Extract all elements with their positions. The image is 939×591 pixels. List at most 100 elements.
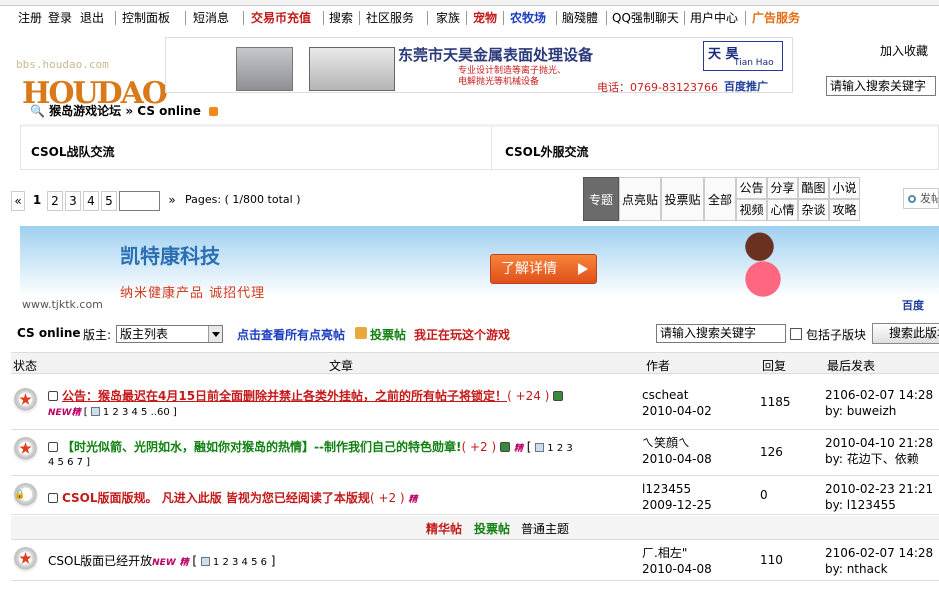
thread-link[interactable]: 【时光似箭、光阴如水，融如你对猴岛的热情】--制作我们自己的特色勋章!	[62, 440, 461, 454]
thread-pages: 4 5 6 7 ]	[48, 457, 91, 468]
vote-link[interactable]: 投票帖	[474, 520, 510, 537]
thread-last-post[interactable]: 2106-02-07 14:28 by: nthack	[825, 545, 933, 577]
filter-announce[interactable]: 公告	[736, 177, 767, 199]
thread-link[interactable]: CSOL版面版规。 凡进入此版 皆视为您已经阅读了本版规	[62, 491, 370, 505]
banner-company: 凯特康科技	[120, 244, 220, 268]
thread-title[interactable]: CSOL版面已经开放NEW 精 [ 1 2 3 4 5 6 ]	[48, 553, 638, 571]
filter-vote[interactable]: 投票贴	[661, 177, 704, 221]
logo-watermark: bbs.houdao.com	[16, 58, 109, 71]
nav-messages[interactable]: 短消息	[193, 8, 229, 28]
post-icon	[908, 195, 916, 203]
page-3[interactable]: 3	[65, 191, 81, 211]
thread-author[interactable]: cscheat 2010-04-02	[642, 387, 712, 419]
header-search-input[interactable]: 请输入搜索关键字	[826, 76, 936, 96]
forum-search-button[interactable]: 搜索此版块	[872, 323, 939, 344]
nav-separator	[503, 11, 504, 25]
forum-name: CS online	[17, 326, 81, 340]
nav-user-center[interactable]: 用户中心	[690, 8, 738, 28]
add-favorite-link[interactable]: 加入收藏	[880, 42, 928, 59]
nav-separator	[556, 11, 557, 25]
subboard-team[interactable]: CSOL战队交流	[31, 143, 115, 160]
page-first[interactable]: «	[11, 191, 25, 211]
filter-share[interactable]: 分享	[767, 177, 798, 199]
nav-ad-service[interactable]: 广告服务	[752, 8, 800, 28]
page-jump-input[interactable]	[119, 191, 160, 211]
table-row[interactable]: 公告：猴岛最迟在4月15日前全面删除并禁止各类外挂帖，之前的所有帖子将锁定！( …	[11, 375, 939, 430]
vote-link[interactable]: 投票帖	[370, 326, 406, 343]
thread-link[interactable]: 公告：猴岛最迟在4月15日前全面删除并禁止各类外挂帖，之前的所有帖子将锁定！	[62, 389, 507, 403]
rss-icon[interactable]	[209, 107, 219, 116]
page-5[interactable]: 5	[101, 191, 117, 211]
breadcrumb-forum[interactable]: 猴岛游戏论坛	[49, 104, 121, 118]
filter-lit[interactable]: 点亮贴	[619, 177, 661, 221]
breadcrumb: 🔍 猴岛游戏论坛 » CS online	[30, 102, 219, 119]
banner-slogan: 纳米健康产品 诚招代理	[120, 286, 266, 301]
nav-recharge[interactable]: 交易币充值	[251, 8, 311, 28]
digest-icon: 精	[71, 408, 81, 418]
thread-author[interactable]: l123455 2009-12-25	[642, 481, 712, 513]
page-4[interactable]: 4	[83, 191, 99, 211]
thread-pages: NEW精 [ 1 2 3 4 5 ..60 ]	[48, 405, 177, 421]
ad-machine-image	[309, 47, 395, 91]
banner-cta-button[interactable]: 了解详情	[490, 254, 597, 284]
new-icon: NEW	[48, 408, 72, 418]
nav-qq-chat[interactable]: QQ强制聊天	[612, 8, 679, 28]
filter-novel[interactable]: 小说	[829, 177, 860, 199]
thread-last-post[interactable]: 2106-02-07 14:28 by: buweizh	[825, 387, 933, 419]
col-topic: 文章	[329, 359, 354, 373]
lock-icon: 🔒	[14, 490, 26, 500]
thread-author[interactable]: ㄏ.相左" 2010-04-08	[642, 545, 712, 577]
nav-search[interactable]: 搜索	[329, 8, 353, 28]
mid-ad-banner[interactable]: 凯特康科技 纳米健康产品 诚招代理 www.tjktk.com 了解详情 百度	[20, 226, 939, 315]
nav-separator	[606, 11, 607, 25]
moderator-select[interactable]: 版主列表	[116, 325, 223, 343]
nav-separator	[745, 11, 746, 25]
banner-illustration	[728, 228, 798, 313]
view-lit-link[interactable]: 点击查看所有点亮帖	[237, 326, 345, 343]
baidu-label: 百度	[902, 299, 924, 312]
forum-search-input[interactable]: 请输入搜索关键字	[656, 324, 786, 343]
filter-video[interactable]: 视频	[736, 199, 767, 221]
houdao-logo[interactable]: bbs.houdao.com HOUDAO	[0, 6, 168, 111]
filter-all[interactable]: 全部	[704, 177, 736, 221]
page-2[interactable]: 2	[47, 191, 63, 211]
ad-equipment-image	[236, 47, 293, 91]
filter-chat[interactable]: 杂谈	[798, 199, 829, 221]
nav-community[interactable]: 社区服务	[366, 8, 414, 28]
table-row[interactable]: 【时光似箭、光阴如水，融如你对猴岛的热情】--制作我们自己的特色勋章!( +2 …	[11, 431, 939, 476]
thread-title[interactable]: 【时光似箭、光阴如水，融如你对猴岛的热情】--制作我们自己的特色勋章!( +2 …	[48, 439, 638, 457]
thread-title[interactable]: CSOL版面版规。 凡进入此版 皆视为您已经阅读了本版规( +2 ) 精	[48, 490, 638, 508]
nav-brain[interactable]: 脑殘體	[562, 8, 598, 28]
nav-family[interactable]: 家族	[436, 8, 460, 28]
nav-pets[interactable]: 宠物	[473, 8, 497, 28]
subboard-divider	[491, 127, 492, 171]
filter-cool-pics[interactable]: 酷图	[798, 177, 829, 199]
nav-separator	[466, 11, 467, 25]
thread-last-post[interactable]: 2010-04-10 21:28 by: 花边下、依赖	[825, 435, 933, 467]
nav-farm[interactable]: 农牧场	[510, 8, 546, 28]
image-icon	[553, 391, 564, 401]
page-last[interactable]: »	[165, 191, 179, 211]
top-ad-banner[interactable]: 东莞市天昊金属表面处理设备 专业设计制造等离子抛光、 电解抛光等机械设备 电话：…	[165, 37, 793, 94]
col-replies: 回复	[762, 359, 787, 373]
thread-last-post[interactable]: 2010-02-23 21:21 by: l123455	[825, 481, 933, 513]
breadcrumb-board[interactable]: CS online	[137, 104, 201, 118]
col-status: 状态	[13, 359, 38, 373]
nav-separator	[185, 11, 186, 25]
digest-link[interactable]: 精华帖	[426, 520, 462, 537]
thread-author[interactable]: ㄟ笑顔ㄟ 2010-04-08	[642, 435, 712, 467]
include-sub-checkbox[interactable]	[790, 328, 802, 340]
nav-separator	[243, 11, 244, 25]
new-post-button[interactable]: 发帖	[903, 188, 939, 209]
playing-link[interactable]: 我正在玩这个游戏	[414, 326, 510, 343]
nav-separator	[427, 11, 428, 25]
thread-table-header: 状态 文章 作者 回复 最后发表	[11, 352, 939, 374]
filter-guide[interactable]: 攻略	[829, 199, 860, 221]
thread-link[interactable]: CSOL版面已经开放	[48, 554, 152, 568]
filter-special[interactable]: 专题	[583, 177, 619, 221]
thread-title[interactable]: 公告：猴岛最迟在4月15日前全面删除并禁止各类外挂帖，之前的所有帖子将锁定！( …	[48, 388, 633, 404]
table-row[interactable]: 🔒 CSOL版面版规。 凡进入此版 皆视为您已经阅读了本版规( +2 ) 精 l…	[11, 477, 939, 515]
table-row[interactable]: CSOL版面已经开放NEW 精 [ 1 2 3 4 5 6 ] ㄏ.相左" 201…	[11, 541, 939, 581]
filter-mood[interactable]: 心情	[767, 199, 798, 221]
subboard-foreign[interactable]: CSOL外服交流	[505, 143, 589, 160]
